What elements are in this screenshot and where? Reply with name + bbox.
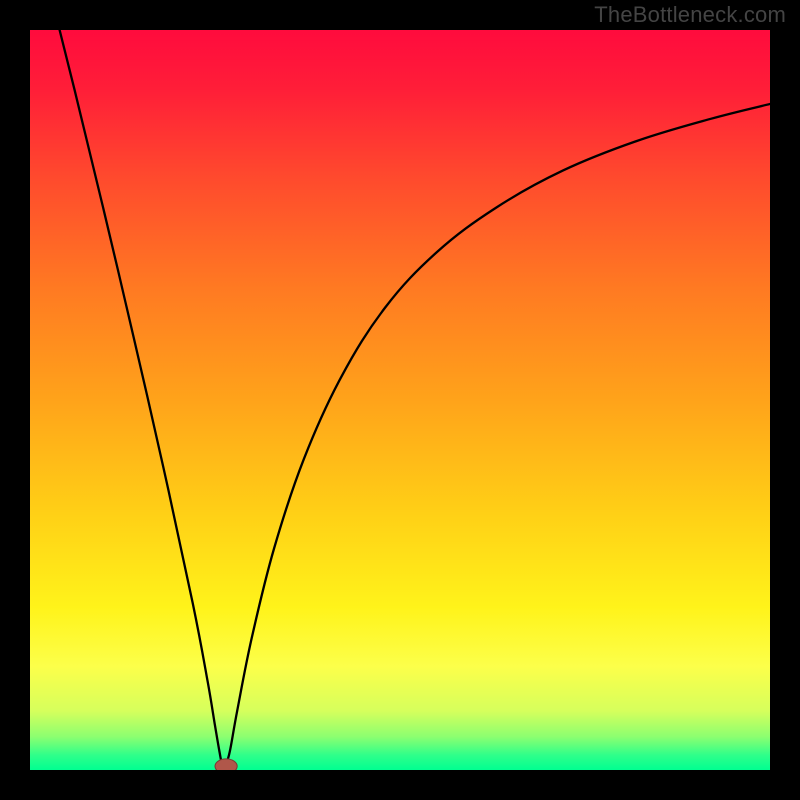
watermark-label: TheBottleneck.com — [594, 2, 786, 28]
app-root: TheBottleneck.com — [0, 0, 800, 800]
plot-area — [30, 30, 770, 770]
gradient-background — [30, 30, 770, 770]
minimum-marker — [215, 759, 237, 770]
chart-svg — [30, 30, 770, 770]
